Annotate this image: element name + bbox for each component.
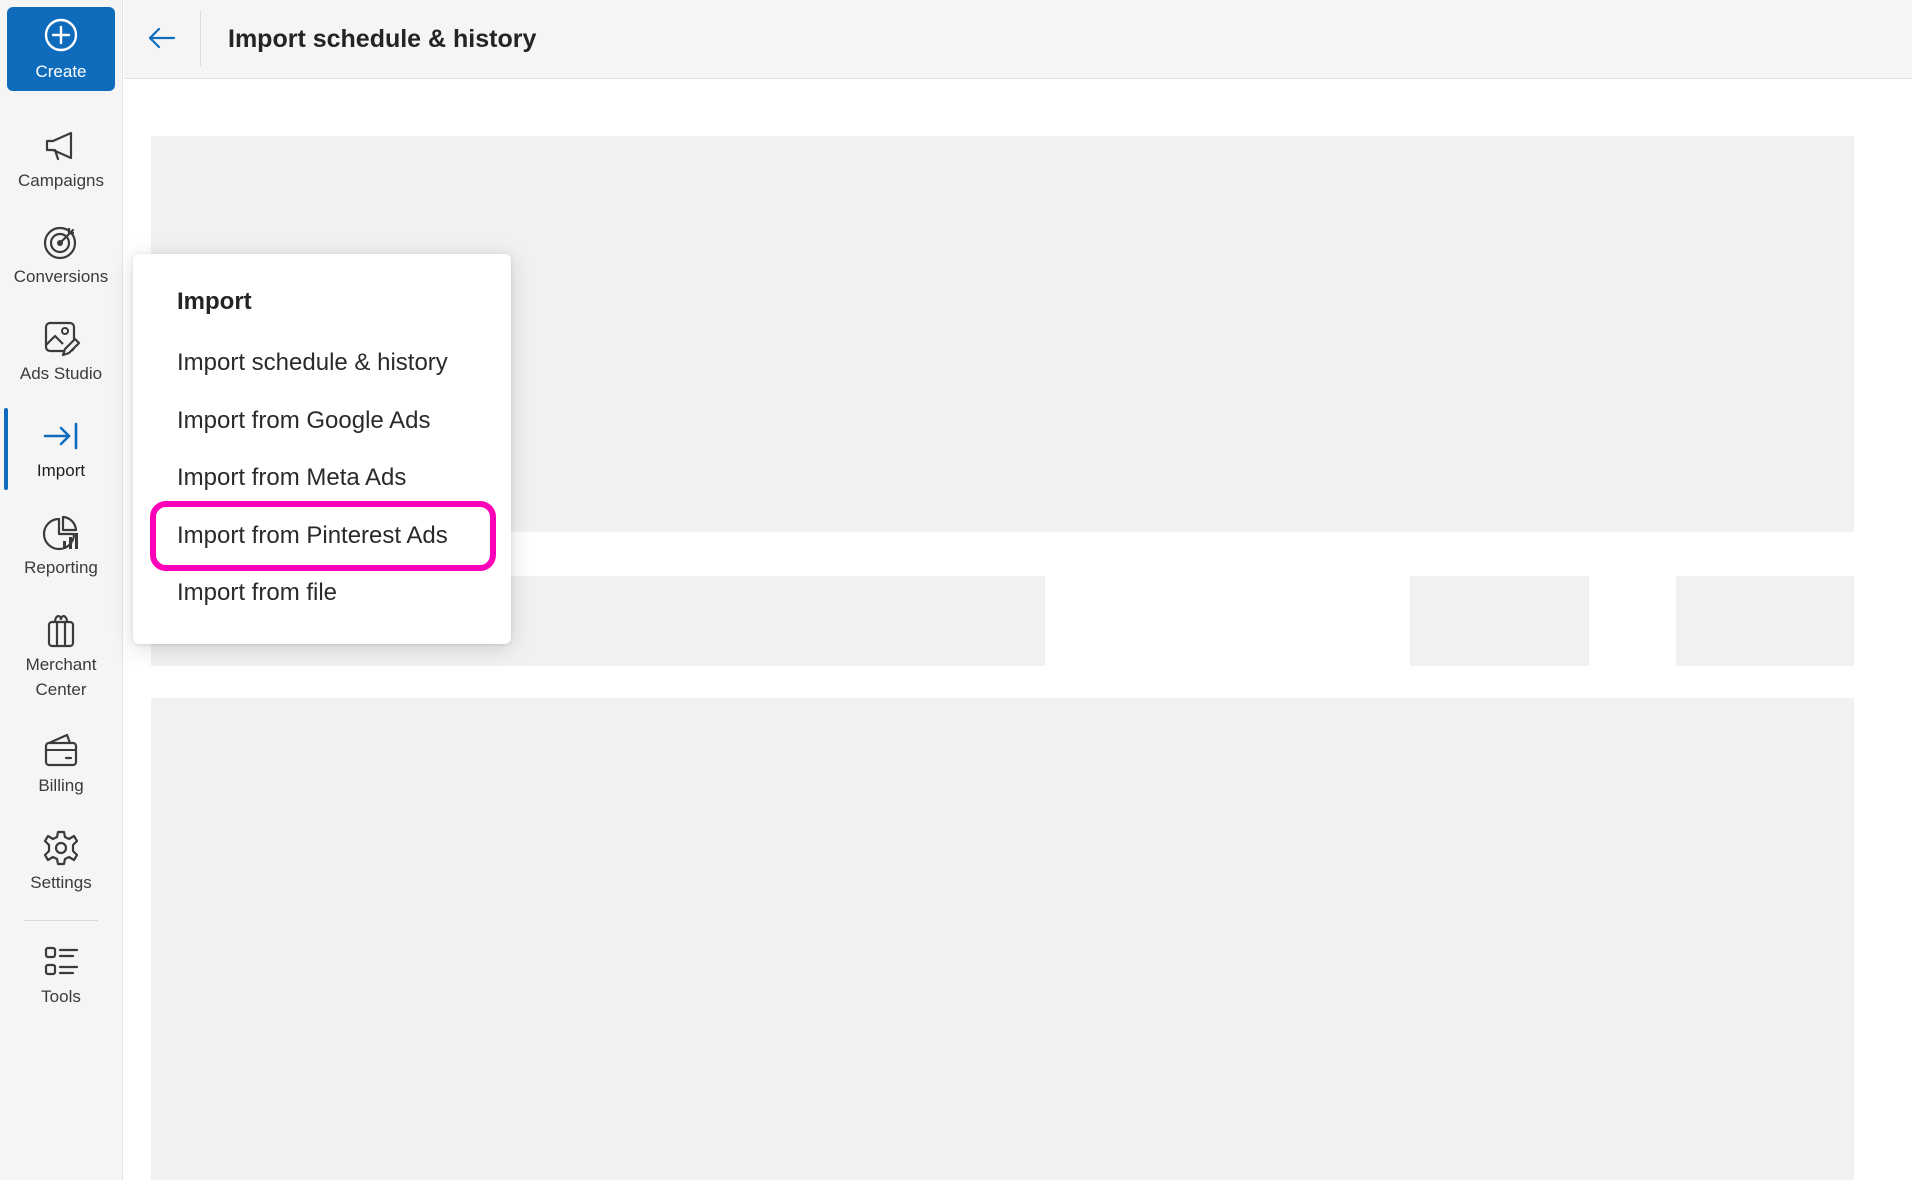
nav-item-import[interactable]: Import [0, 416, 122, 483]
nav-item-reporting[interactable]: Reporting [0, 513, 122, 580]
nav-item-merchant-center[interactable]: Merchant Center [0, 610, 122, 702]
nav-item-tools[interactable]: Tools [0, 942, 122, 1009]
chart-pie-icon [41, 513, 81, 553]
image-edit-icon [41, 319, 81, 359]
megaphone-icon [41, 126, 81, 166]
page-header: Import schedule & history [124, 0, 1912, 79]
left-nav-rail: Create Campaigns Conversions Ads Studio … [0, 0, 123, 1180]
gear-icon [41, 828, 81, 868]
menu-item-import-meta-ads[interactable]: Import from Meta Ads [177, 461, 406, 495]
nav-label-import: Import [36, 461, 86, 480]
nav-label-settings: Settings [30, 873, 92, 892]
menu-item-import-google-ads[interactable]: Import from Google Ads [177, 404, 430, 438]
loading-placeholder-table [151, 698, 1854, 1180]
nav-label-reporting: Reporting [24, 558, 98, 577]
nav-label-campaigns: Campaigns [18, 171, 104, 190]
app-window: Create Campaigns Conversions Ads Studio … [0, 0, 1912, 1180]
target-icon [41, 222, 81, 262]
nav-label-tools: Tools [41, 987, 81, 1006]
nav-item-campaigns[interactable]: Campaigns [0, 126, 122, 193]
nav-label-merchant-center: Merchant Center [25, 655, 97, 699]
import-flyout-menu: Import Import schedule & history Import … [133, 254, 511, 644]
nav-item-billing[interactable]: Billing [0, 731, 122, 798]
create-button[interactable]: Create [7, 7, 115, 91]
menu-item-import-from-file[interactable]: Import from file [177, 576, 337, 610]
nav-divider [24, 920, 98, 921]
create-button-label: Create [35, 61, 87, 81]
arrow-left-icon [146, 22, 178, 59]
arrow-import-icon [41, 416, 81, 456]
nav-label-billing: Billing [38, 776, 84, 795]
nav-item-ads-studio[interactable]: Ads Studio [0, 319, 122, 386]
wallet-icon [41, 731, 81, 771]
nav-label-ads-studio: Ads Studio [19, 364, 103, 383]
add-circle-icon [43, 17, 79, 58]
loading-placeholder-button [1410, 576, 1589, 666]
menu-item-import-pinterest-ads[interactable]: Import from Pinterest Ads [177, 519, 448, 553]
list-icon [41, 942, 81, 982]
loading-placeholder-button [1676, 576, 1854, 666]
flyout-title: Import [177, 288, 252, 315]
page-title: Import schedule & history [228, 25, 537, 53]
nav-item-conversions[interactable]: Conversions [0, 222, 122, 289]
nav-item-settings[interactable]: Settings [0, 828, 122, 895]
gift-icon [41, 610, 81, 650]
menu-item-import-schedule-history[interactable]: Import schedule & history [177, 346, 448, 380]
nav-label-conversions: Conversions [13, 267, 109, 286]
back-button[interactable] [142, 20, 182, 60]
header-divider [200, 10, 201, 66]
